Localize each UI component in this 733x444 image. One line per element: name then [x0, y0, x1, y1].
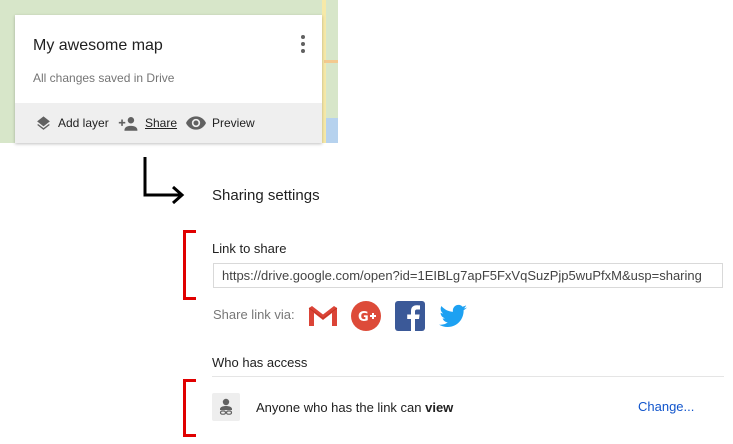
share-label: Share: [145, 116, 178, 130]
map-info-card: My awesome map All changes saved in Driv…: [15, 15, 322, 143]
gmail-icon[interactable]: [307, 300, 339, 332]
link-access-icon: [212, 393, 240, 421]
access-prefix: Anyone who has the link can: [256, 400, 426, 415]
share-link-input[interactable]: [213, 263, 723, 288]
sharing-settings-title: Sharing settings: [212, 187, 320, 204]
more-options-icon[interactable]: [298, 35, 308, 55]
map-water: [326, 118, 338, 143]
svg-text:G: G: [358, 310, 369, 325]
who-has-access-label: Who has access: [212, 355, 308, 370]
map-toolbar: Add layer Share Preview: [15, 103, 322, 143]
link-to-share-label: Link to share: [212, 241, 287, 256]
person-link-icon: [219, 398, 233, 415]
twitter-icon[interactable]: [437, 300, 469, 332]
change-access-link[interactable]: Change...: [638, 399, 694, 414]
facebook-icon[interactable]: [394, 300, 426, 332]
highlight-bracket: [183, 379, 196, 437]
layers-icon: [37, 115, 50, 130]
add-person-icon: [118, 116, 138, 131]
add-layer-label: Add layer: [58, 116, 109, 130]
arrow-down-right-icon: [143, 157, 185, 205]
access-description: Anyone who has the link can view: [256, 400, 453, 415]
preview-button[interactable]: Preview: [186, 103, 255, 143]
eye-icon: [186, 116, 206, 130]
add-layer-button[interactable]: Add layer: [35, 103, 109, 143]
divider: [212, 376, 724, 377]
share-button[interactable]: Share: [118, 103, 177, 143]
map-title[interactable]: My awesome map: [33, 37, 163, 55]
map-road: [324, 60, 338, 63]
access-level: view: [425, 400, 454, 415]
highlight-bracket: [183, 230, 196, 300]
google-plus-icon[interactable]: G: [350, 300, 382, 332]
share-via-label: Share link via:: [213, 307, 295, 322]
save-status: All changes saved in Drive: [33, 71, 175, 85]
preview-label: Preview: [212, 116, 255, 130]
